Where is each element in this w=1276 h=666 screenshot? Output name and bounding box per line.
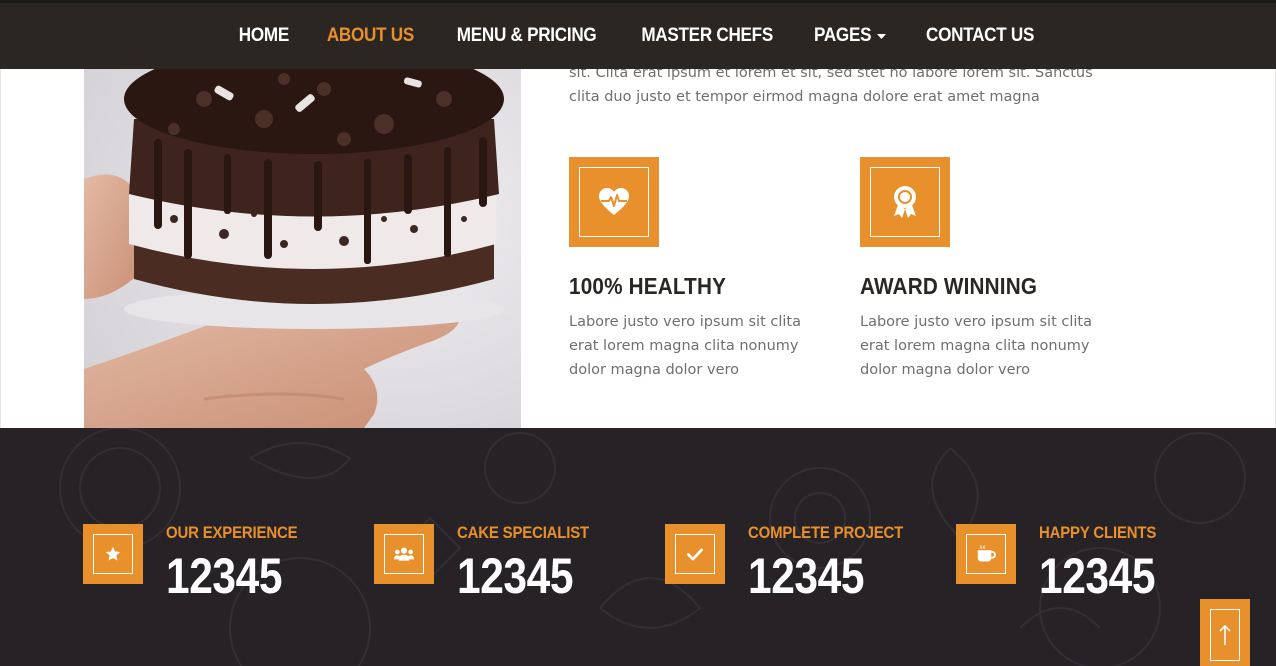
heart-pulse-icon [599,188,629,215]
cake-image [84,69,521,428]
feature-icon-frame [579,167,649,237]
stats-section: OUR EXPERIENCE 12345 CAKE SPECIALIST 123… [0,428,1276,666]
nav-item-home[interactable]: HOME [238,25,290,47]
stat-value: 12345 [1039,548,1156,604]
nav-label: ABOUT US [326,25,414,46]
users-icon [394,547,414,561]
nav-list: HOME ABOUT US MENU & PRICING MASTER CHEF… [221,25,1055,47]
stat-label: CAKE SPECIALIST [457,523,590,542]
stat-body: COMPLETE PROJECT 12345 [748,523,924,601]
stat-icon-frame [966,534,1006,574]
stat-label: OUR EXPERIENCE [166,523,298,542]
coffee-cup-icon [977,545,996,562]
feature-title: 100% HEALTHY [569,273,727,299]
nav-item-contact-us[interactable]: CONTACT US [926,25,1034,47]
star-icon [105,546,121,561]
stat-body: CAKE SPECIALIST 12345 [457,523,607,601]
arrow-up-icon [1219,624,1231,645]
stat-icon-frame [384,534,424,574]
award-icon [894,186,916,218]
nav-label: CONTACT US [925,25,1034,46]
stat-value: 12345 [166,548,283,604]
back-to-top-frame [1210,609,1240,661]
feature-title: AWARD WINNING [860,273,1038,299]
feature-icon-box [860,157,950,247]
nav-item-master-chefs[interactable]: MASTER CHEFS [641,25,773,47]
stat-label: HAPPY CLIENTS [1039,523,1157,542]
intro-line-2: clita duo justo et tempor eirmod magna d… [569,89,1040,105]
stat-icon-box [956,524,1016,584]
nav-label: HOME [238,25,290,46]
stat-value: 12345 [457,548,574,604]
stat-icon-frame [675,534,715,574]
stat-icon-box [374,524,434,584]
check-icon [687,548,703,560]
nav-item-menu-pricing[interactable]: MENU & PRICING [456,25,596,47]
stat-label: COMPLETE PROJECT [748,523,904,542]
nav-label: MENU & PRICING [456,25,597,46]
nav-item-about-us[interactable]: ABOUT US [327,25,414,47]
nav-item-pages-dropdown[interactable]: PAGES [814,25,886,47]
feature-award-winning: AWARD WINNING Labore justo vero ipsum si… [860,157,1120,382]
stat-icon-box [83,524,143,584]
main-navbar: HOME ABOUT US MENU & PRICING MASTER CHEF… [0,0,1276,69]
stat-our-experience: OUR EXPERIENCE 12345 [83,523,315,601]
nav-label: MASTER CHEFS [641,25,773,46]
feature-icon-frame [870,167,940,237]
feature-text: Labore justo vero ipsum sit clita erat l… [569,314,801,378]
stat-value: 12345 [748,548,865,604]
stat-icon-frame [93,534,133,574]
caret-down-icon [876,33,886,39]
stat-cake-specialist: CAKE SPECIALIST 12345 [374,523,607,601]
cake-illustration [84,69,521,428]
stat-happy-clients: HAPPY CLIENTS 12345 [956,523,1176,601]
feature-healthy: 100% HEALTHY Labore justo vero ipsum sit… [569,157,829,382]
stat-body: HAPPY CLIENTS 12345 [1039,523,1176,601]
stat-icon-box [665,524,725,584]
feature-icon-box [569,157,659,247]
back-to-top-button[interactable] [1200,599,1250,666]
feature-text: Labore justo vero ipsum sit clita erat l… [860,314,1092,378]
stat-complete-project: COMPLETE PROJECT 12345 [665,523,924,601]
about-section: sit. Clita erat ipsum et lorem et sit, s… [0,65,1276,428]
stat-body: OUR EXPERIENCE 12345 [166,523,315,601]
nav-label: PAGES [814,25,872,46]
